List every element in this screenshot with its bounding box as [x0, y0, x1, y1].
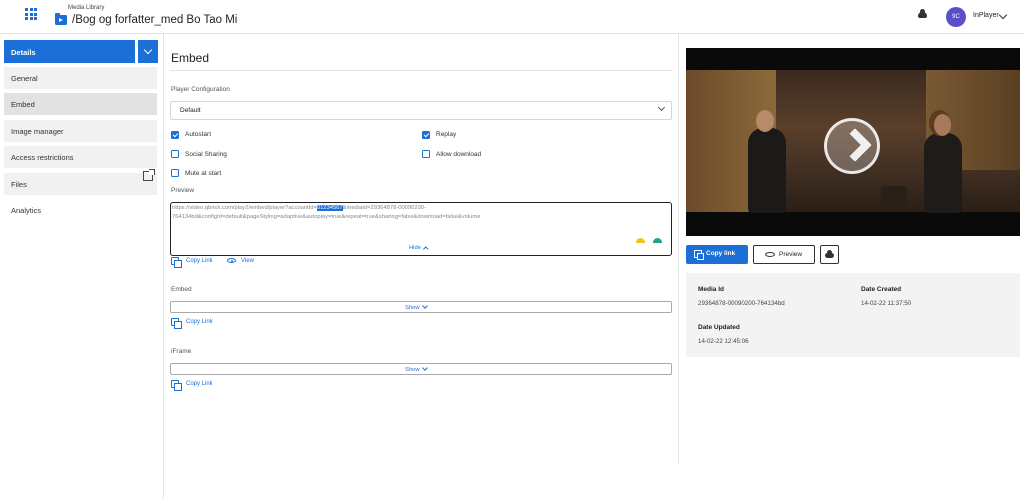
preview-view-link[interactable]: View — [241, 258, 254, 264]
play-icon[interactable] — [824, 118, 880, 174]
replay-checkbox[interactable] — [422, 131, 430, 139]
details-button[interactable]: Details — [4, 40, 135, 63]
copy-icon — [694, 250, 704, 260]
chevron-down-icon — [421, 303, 428, 309]
player-config-select[interactable]: Default — [170, 101, 672, 120]
mute-at-start-label: Mute at start — [185, 170, 222, 177]
page-title: /Bog og forfatter_med Bo Tao Mi — [72, 14, 238, 26]
copy-icon[interactable] — [171, 318, 182, 329]
account-name[interactable]: InPlayer — [973, 12, 999, 19]
preview-url-selection: 01234567 — [316, 205, 343, 211]
sidebar-item-analytics[interactable]: Analytics — [4, 199, 157, 221]
preview-copy-link[interactable]: Copy Link — [186, 258, 213, 264]
media-id-label: Media Id — [698, 286, 725, 293]
video-person-left — [748, 128, 786, 213]
sidebar-item-embed[interactable]: Embed — [4, 93, 157, 115]
date-updated-label: Date Updated — [698, 324, 740, 331]
video-person-right-head — [934, 114, 951, 136]
app-grid-icon[interactable] — [25, 8, 37, 20]
copy-link-button[interactable]: Copy link — [686, 245, 748, 264]
eye-icon[interactable] — [227, 258, 236, 263]
preview-button[interactable]: Preview — [753, 245, 815, 264]
hide-link[interactable]: Hide — [409, 245, 429, 251]
sidebar-item-access-restrictions[interactable]: Access restrictions — [4, 146, 157, 168]
folder-icon — [55, 13, 67, 25]
social-sharing-checkbox[interactable] — [171, 150, 179, 158]
social-sharing-label: Social Sharing — [185, 151, 227, 158]
sidebar-item-files[interactable]: Files — [4, 173, 157, 195]
autostart-label: Autostart — [185, 131, 212, 138]
top-header: Media Library /Bog og forfatter_med Bo T… — [0, 0, 1024, 34]
details-dropdown-button[interactable] — [138, 40, 158, 63]
copy-icon[interactable] — [171, 380, 182, 391]
embed-label: Embed — [171, 286, 192, 293]
sidebar: Details General Embed Image manager Acce… — [0, 34, 164, 499]
mute-at-start-checkbox[interactable] — [171, 169, 179, 177]
status-indicator-teal — [653, 238, 662, 243]
iframe-show-link[interactable]: Show — [405, 365, 428, 373]
video-person-left-head — [756, 110, 774, 132]
media-id-value: 29364878-00090200-764134bd — [698, 300, 785, 307]
status-indicator-yellow — [636, 238, 645, 243]
date-created-label: Date Created — [861, 286, 902, 293]
video-player[interactable] — [686, 48, 1020, 236]
chevron-up-icon — [423, 245, 429, 251]
allow-download-checkbox[interactable] — [422, 150, 430, 158]
avatar[interactable]: 9C — [946, 7, 966, 27]
cloud-upload-icon[interactable] — [918, 9, 927, 18]
chevron-down-icon[interactable] — [998, 10, 1008, 20]
embed-copy-link[interactable]: Copy Link — [186, 319, 213, 325]
copy-icon[interactable] — [171, 257, 182, 268]
embed-show-link[interactable]: Show — [405, 303, 428, 311]
external-link-icon[interactable] — [143, 169, 155, 181]
chevron-down-icon — [421, 365, 428, 371]
allow-download-label: Allow download — [436, 151, 482, 158]
sidebar-item-image-manager[interactable]: Image manager — [4, 120, 157, 142]
panel-divider — [678, 34, 679, 464]
download-cloud-icon[interactable] — [820, 245, 839, 264]
app-label: Media Library — [68, 5, 105, 11]
iframe-copy-link[interactable]: Copy Link — [186, 381, 213, 387]
eye-icon — [765, 252, 775, 257]
autostart-checkbox[interactable] — [171, 131, 179, 139]
video-table — [881, 186, 907, 212]
preview-label: Preview — [171, 187, 195, 194]
iframe-label: iFrame — [171, 348, 192, 355]
video-person-right — [924, 133, 962, 213]
copy-link-label: Copy link — [706, 250, 736, 257]
section-title: Embed — [171, 51, 210, 65]
sidebar-item-general[interactable]: General — [4, 67, 157, 89]
preview-url[interactable]: https://video.qbrick.com/play2/embed/pla… — [172, 204, 667, 222]
media-metadata-panel: Media Id 29364878-00090200-764134bd Date… — [686, 273, 1020, 357]
replay-label: Replay — [436, 131, 457, 138]
date-created-value: 14-02-22 11:37:50 — [861, 300, 912, 307]
date-updated-value: 14-02-22 12:45:06 — [698, 338, 749, 345]
divider — [170, 70, 672, 71]
player-config-label: Player Configuration — [171, 86, 230, 93]
preview-label-text: Preview — [779, 251, 803, 258]
